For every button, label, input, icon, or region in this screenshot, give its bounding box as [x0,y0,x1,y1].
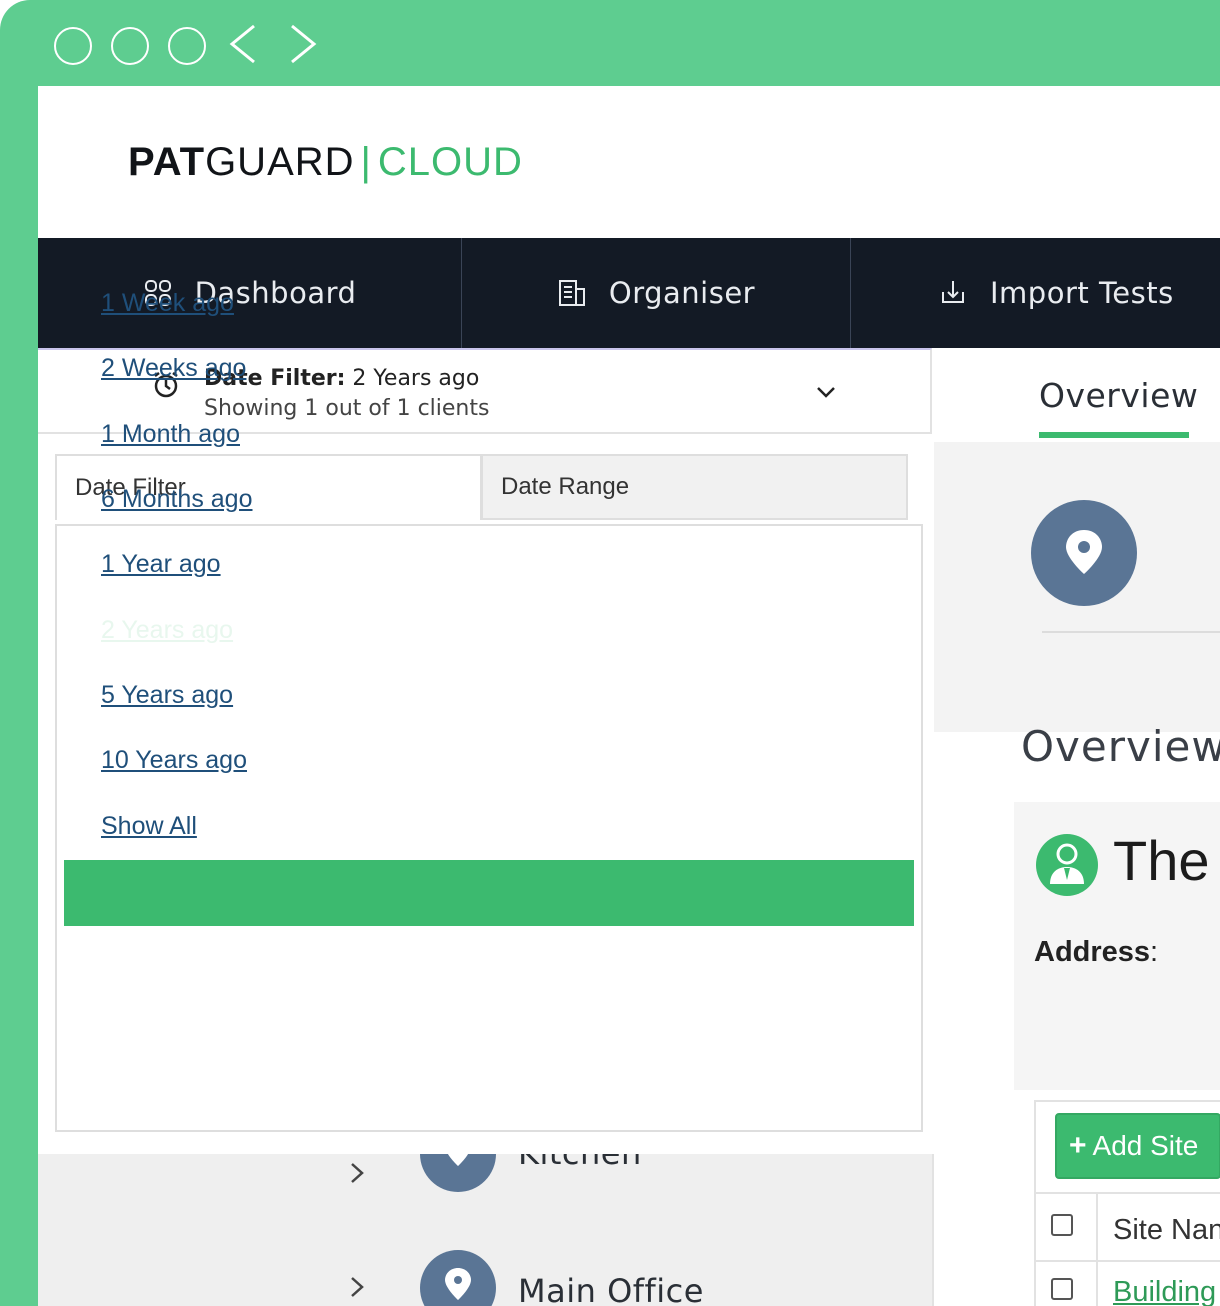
address-label: Address: [1034,936,1158,969]
select-all-checkbox[interactable] [1051,1214,1073,1236]
option-show-all[interactable]: Show All [101,812,197,841]
logo-pat: PAT [128,140,206,184]
add-site-button[interactable]: + Add Site [1055,1113,1220,1179]
option-10-years[interactable]: 10 Years ago [101,746,247,775]
nav-label-organiser: Organiser [608,276,756,310]
chevron-right-icon[interactable] [346,1276,368,1298]
client-person-icon [1036,834,1098,896]
selected-option-highlight [64,860,914,926]
logo-guard: GUARD [205,140,355,184]
location-pin-icon [420,1250,496,1306]
window-control-minimize[interactable] [111,27,149,65]
option-1-year[interactable]: 1 Year ago [101,550,221,579]
app-window: PATGUARD | CLOUD Dashboard Organiser Imp… [38,86,1220,1306]
download-icon [942,281,964,303]
option-6-months[interactable]: 6 Months ago [101,485,253,514]
address-label-text: Address [1034,936,1151,968]
app-logo[interactable]: PATGUARD | CLOUD [128,138,523,186]
client-name: The [1113,829,1210,892]
option-1-week[interactable]: 1 Week ago [101,289,234,318]
add-site-label: Add Site [1092,1130,1199,1161]
nav-label-import-tests: Import Tests [990,276,1174,310]
option-2-years[interactable]: 2 Years ago [101,616,233,645]
overview-heading: Overview [1021,722,1220,771]
table-column-divider [1096,1194,1098,1306]
tab-date-range[interactable]: Date Range [481,454,908,520]
plus-icon: + [1069,1129,1087,1162]
browser-chrome-left [0,60,38,1306]
table-rule [1034,1260,1220,1262]
table-rule [1034,1192,1220,1194]
tab-overview[interactable]: Overview [1039,376,1198,415]
date-filter-value: 2 Years ago [352,366,480,391]
window-control-maximize[interactable] [168,27,206,65]
chevron-down-icon[interactable] [814,380,838,404]
location-pin-icon [1031,500,1137,606]
divider [1042,631,1220,633]
option-5-years[interactable]: 5 Years ago [101,681,233,710]
nav-item-organiser[interactable]: Organiser [462,238,850,348]
option-1-month[interactable]: 1 Month ago [101,420,240,449]
site-link[interactable]: Building [1113,1276,1216,1306]
chevron-right-icon[interactable] [346,1162,368,1184]
logo-cloud: CLOUD [377,140,523,184]
back-arrow-icon[interactable] [226,22,260,66]
column-header-site-name[interactable]: Site Nan [1113,1214,1220,1247]
clients-count: Showing 1 out of 1 clients [204,396,490,421]
building-icon [558,280,585,306]
forward-arrow-icon[interactable] [286,22,320,66]
window-control-close[interactable] [54,27,92,65]
browser-frame: PATGUARD | CLOUD Dashboard Organiser Imp… [0,0,1220,1306]
option-2-weeks[interactable]: 2 Weeks ago [101,354,246,383]
date-filter-dropdown: Date Filter Date Range 1 Week ago 2 Week… [38,289,934,1154]
nav-item-import-tests[interactable]: Import Tests [851,238,1220,348]
tree-item-main-office[interactable]: Main Office [518,1272,704,1306]
logo-separator: | [360,140,372,184]
address-label-colon: : [1150,936,1159,968]
row-checkbox[interactable] [1051,1278,1073,1300]
tab-active-indicator [1039,432,1189,438]
